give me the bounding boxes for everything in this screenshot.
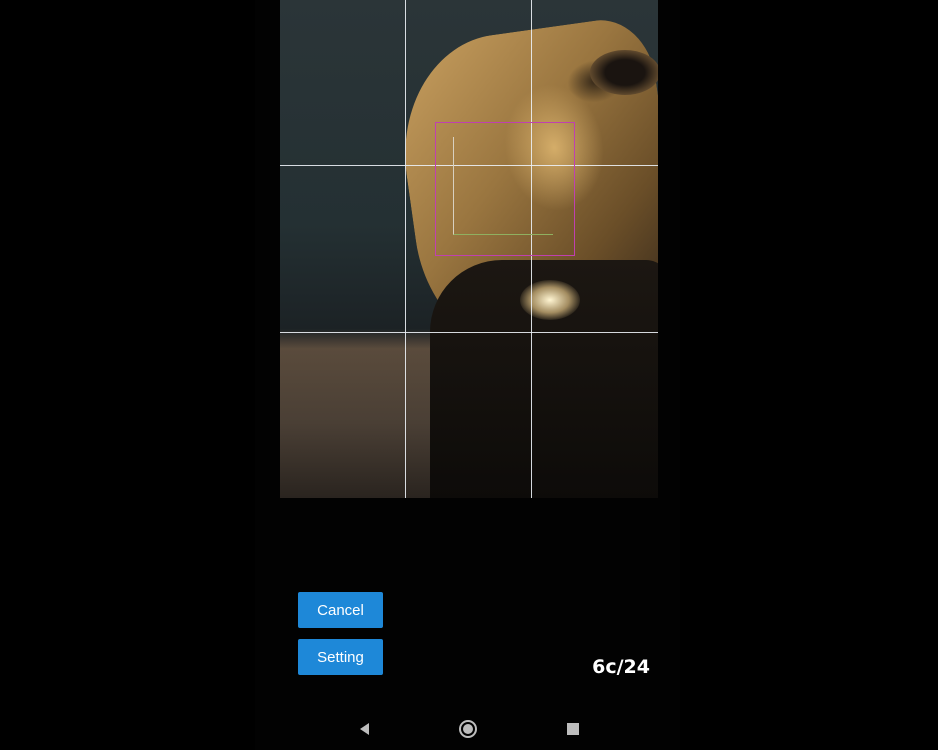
android-navigation-bar <box>255 705 680 750</box>
cancel-button[interactable]: Cancel <box>298 592 383 628</box>
grid-line-vertical-1 <box>405 0 406 498</box>
recent-square-icon[interactable] <box>561 717 585 741</box>
back-triangle-icon[interactable] <box>353 717 377 741</box>
camera-viewfinder[interactable] <box>280 0 658 498</box>
light-reflection <box>520 280 580 320</box>
grid-line-horizontal-2 <box>280 332 658 333</box>
setting-button[interactable]: Setting <box>298 639 383 675</box>
focus-inner-box <box>453 137 553 235</box>
capture-counter: 6c/24 <box>592 656 650 678</box>
home-circle-icon[interactable] <box>456 717 480 741</box>
metal-part-hole <box>590 50 658 95</box>
